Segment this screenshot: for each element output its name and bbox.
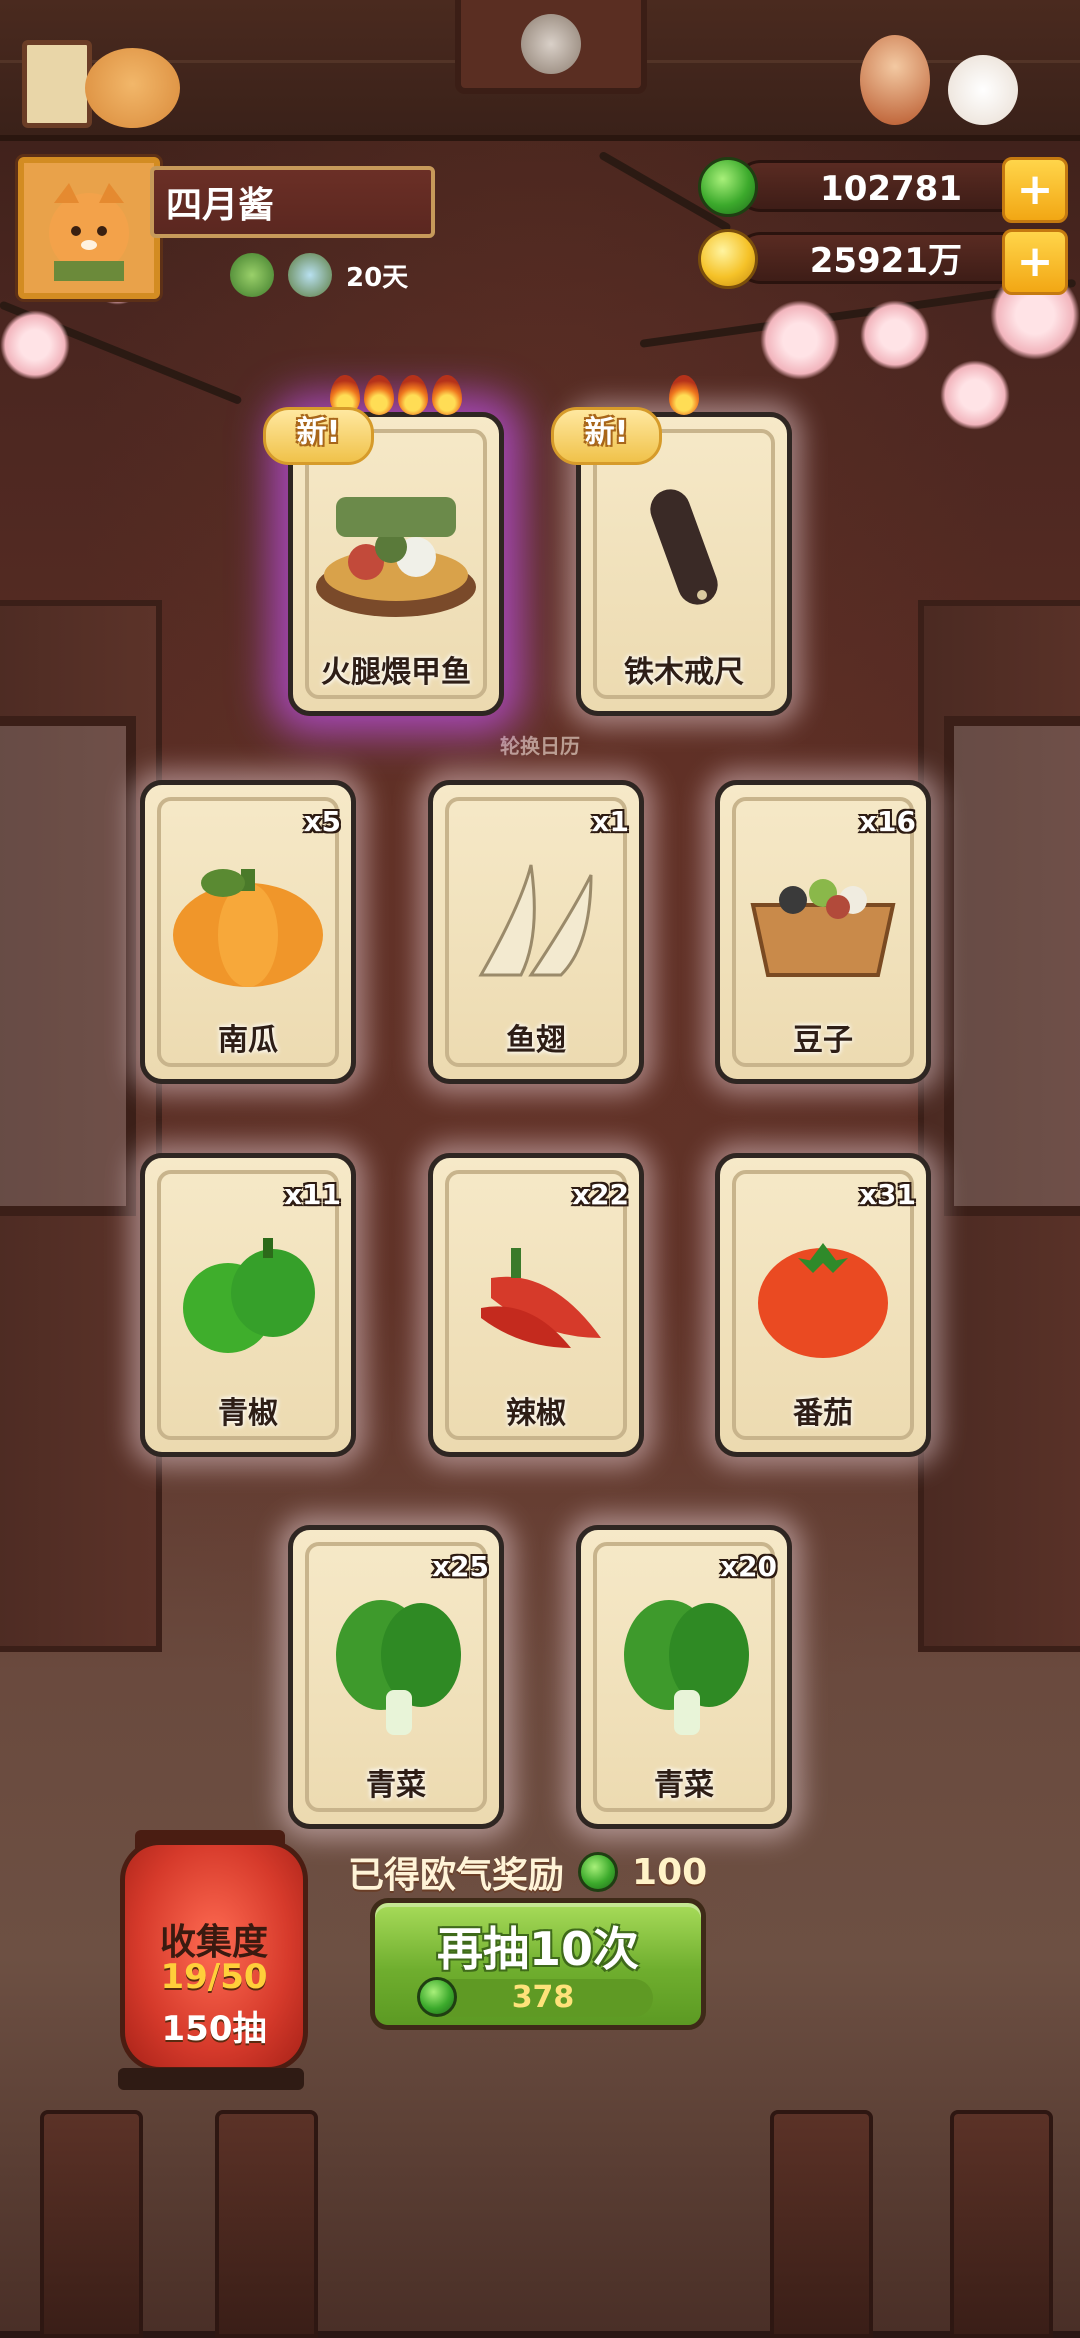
player-name[interactable]: 四月酱 <box>150 166 435 238</box>
card-name: 辣椒 <box>506 1396 566 1431</box>
card-shark-fin[interactable]: x1 鱼翅 <box>428 780 644 1084</box>
draw-cost: 378 <box>417 1977 653 2017</box>
rail-post <box>215 2110 318 2338</box>
coin-balance: 25921万 + <box>698 229 1068 295</box>
tomato-icon <box>720 1208 926 1378</box>
draw-again-label: 再抽10次 <box>436 1922 639 1976</box>
card-name: 青椒 <box>218 1396 278 1431</box>
add-coins-button[interactable]: + <box>1002 229 1068 295</box>
reward-label: 已得欧气奖励 <box>348 1855 565 1896</box>
green-gem-icon <box>578 1852 619 1892</box>
card-tomato[interactable]: x31 番茄 <box>715 1153 931 1457</box>
bean-box-icon <box>720 835 926 1005</box>
card-name: 青菜 <box>654 1768 714 1803</box>
buff-badge-icon[interactable] <box>230 253 274 297</box>
card-name: 铁木戒尺 <box>624 655 744 690</box>
card-count: x31 <box>858 1178 916 1211</box>
player-status-row: 20天 <box>230 253 408 297</box>
card-count: x22 <box>571 1178 629 1211</box>
card-pumpkin[interactable]: x5 南瓜 <box>140 780 356 1084</box>
card-beans[interactable]: x16 豆子 <box>715 780 931 1084</box>
gem-balance: 102781 + <box>698 157 1068 223</box>
card-name: 鱼翅 <box>506 1023 566 1058</box>
collection-pulls: 150抽 <box>161 2009 267 2049</box>
card-count: x1 <box>591 805 629 838</box>
card-count: x11 <box>283 1178 341 1211</box>
tiger-cat-avatar-icon <box>49 183 129 281</box>
reward-amount: 100 <box>632 1851 708 1893</box>
card-green-pepper[interactable]: x11 青椒 <box>140 1153 356 1457</box>
hanging-portrait <box>455 0 647 94</box>
coconut-badge-icon[interactable] <box>288 253 332 297</box>
blossom <box>940 360 1010 430</box>
new-badge: 新! <box>551 407 662 465</box>
collection-lantern[interactable]: 收集度 19/50 150抽 <box>120 1840 308 2072</box>
player-avatar[interactable] <box>18 157 160 299</box>
add-gems-button[interactable]: + <box>1002 157 1068 223</box>
green-gem-icon <box>417 1977 457 2017</box>
days-remaining: 20天 <box>346 262 409 293</box>
iron-ruler-icon <box>581 467 787 637</box>
draw-again-button[interactable]: 再抽10次 378 <box>370 1898 706 2030</box>
calendar-label: 轮换日历 <box>500 734 580 758</box>
raccoon-cat-icon <box>521 14 581 74</box>
card-hotpot[interactable]: 新! 火腿煨甲鱼 <box>263 375 504 716</box>
reward-row: 已得欧气奖励 100 <box>348 1846 707 1898</box>
blossom <box>860 300 930 370</box>
shark-fin-icon <box>433 835 639 1005</box>
pumpkin-icon <box>145 835 351 1005</box>
rail-post <box>40 2110 143 2338</box>
card-ruler[interactable]: 新! 铁木戒尺 <box>551 375 792 716</box>
blossom <box>760 300 840 380</box>
rail-post <box>950 2110 1053 2338</box>
card-name: 火腿煨甲鱼 <box>321 655 471 690</box>
bok-choy-icon <box>293 1580 499 1750</box>
card-count: x5 <box>303 805 341 838</box>
card-name: 豆子 <box>793 1023 853 1058</box>
orange-cat-icon <box>85 48 180 128</box>
green-pepper-icon <box>145 1208 351 1378</box>
lantern-stand <box>118 2068 304 2090</box>
card-count: x16 <box>858 805 916 838</box>
rail-post <box>770 2110 873 2338</box>
chili-pepper-icon <box>433 1208 639 1378</box>
new-badge: 新! <box>263 407 374 465</box>
collection-progress: 19/50 <box>160 1957 268 1997</box>
green-gem-icon <box>698 157 758 217</box>
card-name: 青菜 <box>366 1768 426 1803</box>
card-count: x25 <box>431 1550 489 1583</box>
card-name: 番茄 <box>793 1396 853 1431</box>
card-bok-choy-2[interactable]: x20 青菜 <box>576 1525 792 1829</box>
card-count: x20 <box>719 1550 777 1583</box>
braised-turtle-dish-icon <box>293 467 499 637</box>
bok-choy-icon <box>581 1580 787 1750</box>
blossom <box>0 310 70 380</box>
card-bok-choy-1[interactable]: x25 青菜 <box>288 1525 504 1829</box>
white-cat-icon <box>948 55 1018 125</box>
card-name: 南瓜 <box>218 1023 278 1058</box>
gold-coin-icon <box>698 229 758 289</box>
chef-character-icon <box>860 35 930 125</box>
card-chili[interactable]: x22 辣椒 <box>428 1153 644 1457</box>
paw-sign-icon <box>22 40 92 128</box>
